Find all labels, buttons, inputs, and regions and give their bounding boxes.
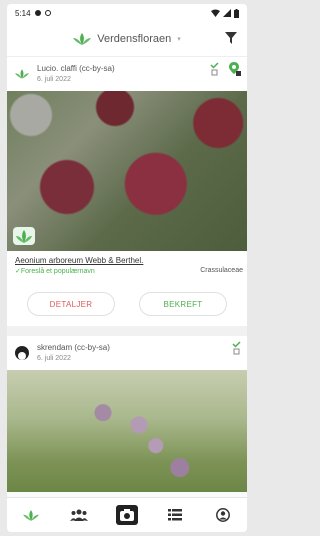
status-bar: 5:14 <box>7 4 247 22</box>
post-date: 6. juli 2022 <box>37 76 71 83</box>
nav-profile[interactable] <box>211 503 235 527</box>
filter-icon[interactable] <box>225 32 237 44</box>
family-name: Crassulaceae <box>200 267 243 274</box>
notification-icon <box>34 10 41 16</box>
list-icon <box>168 509 182 521</box>
post-date: 6. juli 2022 <box>37 355 71 362</box>
observation-photo[interactable] <box>7 370 247 492</box>
people-icon <box>70 509 88 521</box>
leaf-icon <box>23 509 39 521</box>
location-icon[interactable] <box>229 62 241 76</box>
chevron-down-icon: ▾ <box>177 36 181 43</box>
status-time: 5:14 <box>15 8 31 18</box>
sync-icon <box>44 10 51 16</box>
nav-camera[interactable] <box>115 503 139 527</box>
post-author: Lucio. claffi (cc-by-sa) <box>37 64 115 73</box>
post-header[interactable]: Lucio. claffi (cc-by-sa) 6. juli 2022 <box>7 57 247 91</box>
nav-home[interactable] <box>19 503 43 527</box>
verified-check-icon <box>210 62 219 76</box>
leaf-icon <box>15 69 29 79</box>
verified-check-icon <box>232 341 241 355</box>
avatar <box>15 346 29 360</box>
leaf-badge-icon <box>13 227 35 245</box>
wifi-icon <box>211 9 220 17</box>
action-row: DETALJER BEKREFT <box>7 286 247 326</box>
camera-icon <box>120 509 134 521</box>
app-screen: 5:14 Verdensfloraen ▾ Lucio. claffi (cc-… <box>7 4 247 532</box>
app-bar: Verdensfloraen ▾ <box>7 22 247 57</box>
nav-list[interactable] <box>163 503 187 527</box>
battery-icon <box>234 8 239 18</box>
species-info: Aeonium arboreum Webb & Berthel. ✓Foresl… <box>7 251 247 286</box>
details-button[interactable]: DETALJER <box>27 292 115 316</box>
post-author: skrendam (cc-by-sa) <box>37 343 110 352</box>
bottom-nav <box>7 497 247 532</box>
post-header[interactable]: skrendam (cc-by-sa) 6. juli 2022 <box>7 336 247 370</box>
app-title-button[interactable]: Verdensfloraen ▾ <box>73 33 181 45</box>
nav-community[interactable] <box>67 503 91 527</box>
confirm-button[interactable]: BEKREFT <box>139 292 227 316</box>
signal-icon <box>223 9 231 17</box>
observation-photo[interactable] <box>7 91 247 251</box>
card-divider <box>7 326 247 336</box>
account-circle-icon <box>216 508 230 522</box>
app-title: Verdensfloraen <box>97 33 172 45</box>
species-name-link[interactable]: Aeonium arboreum Webb & Berthel. <box>15 256 239 265</box>
leaf-logo-icon <box>73 33 92 45</box>
